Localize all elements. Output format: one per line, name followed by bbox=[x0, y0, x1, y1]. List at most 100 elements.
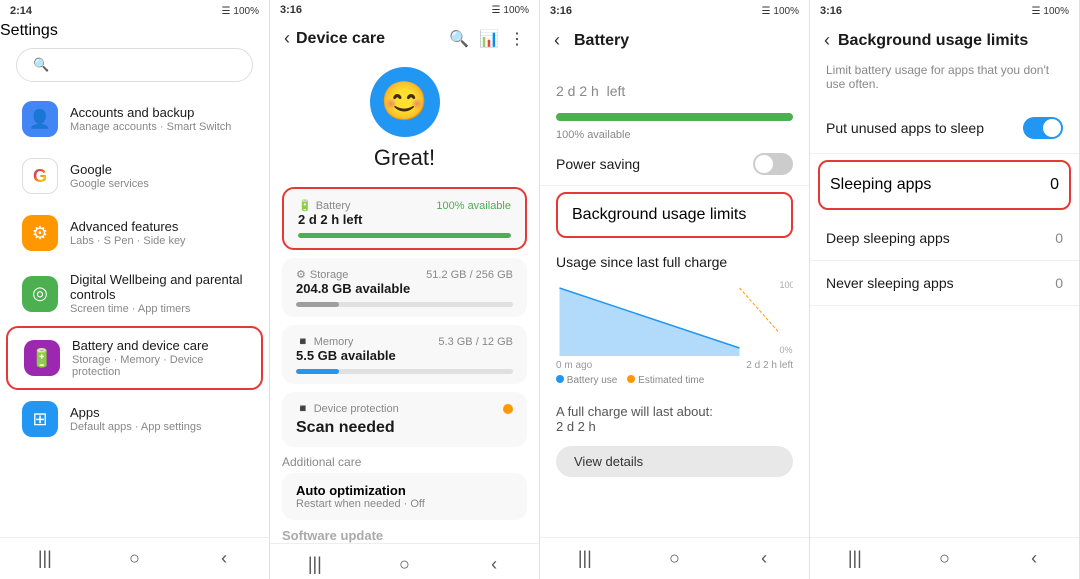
status-icons-3: ☰ 100% bbox=[761, 6, 799, 17]
sleeping-apps-box: Sleeping apps 0 bbox=[810, 160, 1079, 210]
care-battery-avail: 100% available bbox=[436, 200, 511, 212]
device-care-title: Device care bbox=[296, 30, 449, 48]
chart-svg: 100 0% bbox=[556, 278, 793, 358]
care-memory-detail: 5.3 GB / 12 GB bbox=[438, 336, 513, 348]
bottom-nav-4: ||| ○ ‹ bbox=[810, 537, 1079, 579]
apps-icon: ⊞ bbox=[22, 401, 58, 437]
nav-home-3[interactable]: ○ bbox=[659, 548, 689, 569]
nav-back-2[interactable]: ‹ bbox=[479, 554, 509, 575]
battery-time-display: 2 d 2 h left bbox=[540, 59, 809, 107]
nav-home-4[interactable]: ○ bbox=[929, 548, 959, 569]
never-sleeping-row[interactable]: Never sleeping apps 0 bbox=[810, 261, 1079, 306]
settings-search[interactable]: 🔍 bbox=[16, 48, 253, 82]
care-protection-item[interactable]: ◾ Device protection Scan needed bbox=[282, 392, 527, 447]
battery-use-dot bbox=[556, 375, 564, 383]
settings-item-advanced[interactable]: ⚙ Advanced features Labs · S Pen · Side … bbox=[6, 205, 263, 261]
put-unused-toggle[interactable] bbox=[1023, 117, 1063, 139]
battery-screen-header: ‹ Battery bbox=[540, 22, 809, 59]
chart-label-left: 0 m ago bbox=[556, 360, 592, 371]
back-button-2[interactable]: ‹ bbox=[284, 28, 290, 49]
care-storage-label: ⚙ Storage bbox=[296, 268, 348, 281]
care-storage-item[interactable]: ⚙ Storage 51.2 GB / 256 GB 204.8 GB avai… bbox=[282, 258, 527, 317]
time-4: 3:16 bbox=[820, 5, 842, 17]
nav-home-1[interactable]: ○ bbox=[119, 548, 149, 569]
power-saving-row[interactable]: Power saving bbox=[540, 143, 809, 186]
status-bar-1: 2:14 ☰ 100% bbox=[0, 0, 269, 22]
more-icon-2[interactable]: ⋮ bbox=[509, 29, 525, 49]
legend-estimated-item: Estimated time bbox=[627, 375, 704, 386]
deep-sleeping-row[interactable]: Deep sleeping apps 0 bbox=[810, 216, 1079, 261]
view-details-button[interactable]: View details bbox=[556, 446, 793, 477]
nav-home-2[interactable]: ○ bbox=[389, 554, 419, 575]
settings-item-battery[interactable]: 🔋 Battery and device care Storage · Memo… bbox=[6, 326, 263, 390]
advanced-title: Advanced features bbox=[70, 219, 247, 234]
full-charge-value: 2 d 2 h bbox=[556, 419, 596, 434]
battery-care-title: Battery and device care bbox=[72, 338, 245, 353]
estimated-time-dot bbox=[627, 375, 635, 383]
nav-back-3[interactable]: ‹ bbox=[749, 548, 779, 569]
deep-sleeping-count: 0 bbox=[1055, 230, 1063, 246]
settings-item-google[interactable]: G Google Google services bbox=[6, 148, 263, 204]
google-text: Google Google services bbox=[70, 162, 247, 190]
settings-item-accounts[interactable]: 👤 Accounts and backup Manage accounts · … bbox=[6, 91, 263, 147]
software-update-label: Software update bbox=[270, 520, 539, 543]
chart-label-right: 2 d 2 h left bbox=[746, 360, 793, 371]
battery-chart: 100 0% bbox=[556, 278, 793, 358]
power-saving-toggle[interactable] bbox=[753, 153, 793, 175]
battery-available-text: 100% available bbox=[540, 127, 809, 143]
nav-recent-3[interactable]: ||| bbox=[570, 548, 600, 569]
apps-title: Apps bbox=[70, 405, 247, 420]
search-icon: 🔍 bbox=[33, 57, 49, 73]
care-protection-header: ◾ Device protection bbox=[296, 402, 513, 415]
screen-battery: 3:16 ☰ 100% ‹ Battery 2 d 2 h left 100% … bbox=[540, 0, 810, 579]
memory-bar bbox=[296, 369, 339, 374]
nav-back-1[interactable]: ‹ bbox=[209, 548, 239, 569]
care-battery-item[interactable]: 🔋 Battery 100% available 2 d 2 h left bbox=[282, 187, 527, 250]
nav-back-4[interactable]: ‹ bbox=[1019, 548, 1049, 569]
bg-limits-page-title: Background usage limits bbox=[838, 32, 1028, 50]
battery-time-num: 2 d 2 h bbox=[556, 83, 599, 99]
back-button-3[interactable]: ‹ bbox=[554, 30, 560, 51]
status-icons-1: ☰ 100% bbox=[221, 6, 259, 17]
chart-icon[interactable]: 📊 bbox=[479, 29, 499, 49]
care-items-list: 🔋 Battery 100% available 2 d 2 h left ⚙ … bbox=[270, 187, 539, 447]
auto-optimization-item[interactable]: Auto optimization Restart when needed · … bbox=[282, 473, 527, 520]
search-icon-2[interactable]: 🔍 bbox=[449, 29, 469, 49]
bg-limits-highlighted-box[interactable]: Background usage limits bbox=[556, 192, 793, 238]
status-icons-4: ☰ 100% bbox=[1031, 6, 1069, 17]
wellbeing-icon: ◎ bbox=[22, 276, 58, 312]
power-saving-label: Power saving bbox=[556, 156, 640, 172]
settings-item-apps[interactable]: ⊞ Apps Default apps · App settings bbox=[6, 391, 263, 447]
signal-icon-3: ☰ bbox=[761, 6, 770, 17]
advanced-icon: ⚙ bbox=[22, 215, 58, 251]
sleeping-apps-highlighted[interactable]: Sleeping apps 0 bbox=[818, 160, 1071, 210]
svg-text:0%: 0% bbox=[780, 345, 793, 355]
device-care-header: ‹ Device care 🔍 📊 ⋮ bbox=[270, 20, 539, 57]
put-unused-knob bbox=[1043, 119, 1061, 137]
auto-title: Auto optimization bbox=[296, 483, 513, 498]
put-unused-row[interactable]: Put unused apps to sleep bbox=[810, 103, 1079, 154]
nav-recent-4[interactable]: ||| bbox=[840, 548, 870, 569]
battery-text-3: 100% bbox=[773, 6, 799, 17]
never-sleeping-label: Never sleeping apps bbox=[826, 275, 954, 291]
status-icons-2: ☰ 100% bbox=[491, 5, 529, 16]
nav-recent-1[interactable]: ||| bbox=[30, 548, 60, 569]
google-subtitle: Google services bbox=[70, 178, 247, 190]
battery-care-text: Battery and device care Storage · Memory… bbox=[72, 338, 245, 378]
accounts-icon: 👤 bbox=[22, 101, 58, 137]
accounts-subtitle: Manage accounts · Smart Switch bbox=[70, 121, 247, 133]
settings-item-wellbeing[interactable]: ◎ Digital Wellbeing and parental control… bbox=[6, 262, 263, 325]
wellbeing-title: Digital Wellbeing and parental controls bbox=[70, 272, 247, 302]
accounts-text: Accounts and backup Manage accounts · Sm… bbox=[70, 105, 247, 133]
care-storage-header: ⚙ Storage 51.2 GB / 256 GB bbox=[296, 268, 513, 281]
put-unused-label: Put unused apps to sleep bbox=[826, 120, 984, 136]
nav-recent-2[interactable]: ||| bbox=[300, 554, 330, 575]
google-title: Google bbox=[70, 162, 247, 177]
care-memory-item[interactable]: ◾ Memory 5.3 GB / 12 GB 5.5 GB available bbox=[282, 325, 527, 384]
signal-icon-4: ☰ bbox=[1031, 6, 1040, 17]
bottom-nav-3: ||| ○ ‹ bbox=[540, 537, 809, 579]
scan-needed-text: Scan needed bbox=[296, 419, 513, 437]
sleeping-apps-inner: Sleeping apps 0 bbox=[820, 162, 1069, 208]
back-button-4[interactable]: ‹ bbox=[824, 30, 830, 51]
battery-time-suffix: left bbox=[607, 83, 626, 99]
